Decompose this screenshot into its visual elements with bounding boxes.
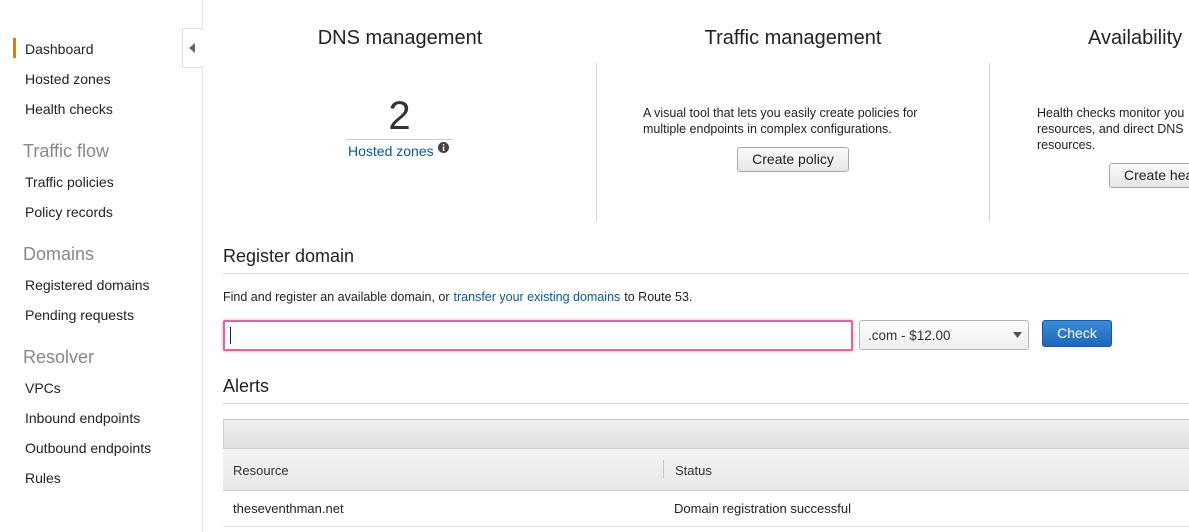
- availability-description-line: resources, and direct DNS: [1037, 122, 1184, 136]
- count-divider: [346, 139, 453, 140]
- tld-selected-value: .com - $12.00: [868, 328, 951, 343]
- section-divider: [223, 273, 1189, 274]
- alerts-title: Alerts: [223, 376, 270, 396]
- transfer-domains-link[interactable]: transfer your existing domains: [454, 290, 621, 304]
- column-header-resource[interactable]: Resource: [233, 463, 289, 478]
- sidebar-item-dashboard[interactable]: Dashboard: [13, 38, 94, 58]
- sidebar-item-pending-requests[interactable]: Pending requests: [25, 307, 134, 323]
- traffic-management-title: Traffic management: [704, 27, 882, 49]
- sidebar-item-health-checks[interactable]: Health checks: [25, 101, 113, 117]
- hosted-zones-count: 2: [388, 94, 411, 138]
- row-status: Domain registration successful: [674, 501, 852, 516]
- sidebar-item-vpcs[interactable]: VPCs: [25, 380, 61, 396]
- availability-title: Availability: [1088, 27, 1183, 49]
- domain-search-input[interactable]: [223, 320, 853, 351]
- column-header-status[interactable]: Status: [675, 463, 712, 478]
- register-text-after: to Route 53.: [624, 290, 693, 304]
- dns-management-title: DNS management: [317, 27, 483, 49]
- sidebar-heading-resolver: Resolver: [23, 347, 95, 367]
- sidebar-item-rules[interactable]: Rules: [25, 470, 61, 486]
- sidebar-item-registered-domains[interactable]: Registered domains: [25, 277, 150, 293]
- register-description: Find and register an available domain, o…: [223, 290, 692, 304]
- check-button[interactable]: Check: [1042, 320, 1112, 347]
- register-domain-title: Register domain: [223, 246, 355, 266]
- sidebar-nav: Dashboard Hosted zones Health checks Tra…: [0, 0, 203, 532]
- info-icon[interactable]: [438, 142, 449, 153]
- sidebar-item-inbound-endpoints[interactable]: Inbound endpoints: [25, 410, 140, 426]
- sidebar-item-policy-records[interactable]: Policy records: [25, 204, 113, 220]
- sidebar-collapse-button[interactable]: [182, 28, 203, 68]
- hosted-zones-link[interactable]: Hosted zones: [348, 143, 434, 159]
- chevron-down-icon: [1013, 332, 1022, 338]
- column-resize-handle[interactable]: [663, 460, 664, 478]
- text-cursor: [230, 327, 231, 344]
- sidebar-item-hosted-zones[interactable]: Hosted zones: [25, 71, 111, 87]
- availability-description-line: resources.: [1037, 138, 1096, 152]
- section-divider: [223, 403, 1189, 404]
- table-header: Resource Status: [223, 449, 1189, 491]
- availability-description-line: Health checks monitor you: [1037, 106, 1185, 120]
- chevron-left-icon: [189, 43, 195, 53]
- create-policy-button[interactable]: Create policy: [737, 147, 849, 172]
- sidebar-heading-traffic-flow: Traffic flow: [23, 141, 110, 161]
- sidebar-item-traffic-policies[interactable]: Traffic policies: [25, 174, 114, 190]
- panel-divider: [596, 63, 597, 222]
- tld-select[interactable]: .com - $12.00: [859, 320, 1029, 350]
- table-row[interactable]: theseventhman.net Domain registration su…: [223, 491, 1189, 527]
- traffic-description-line: A visual tool that lets you easily creat…: [643, 106, 918, 120]
- sidebar-item-outbound-endpoints[interactable]: Outbound endpoints: [25, 440, 151, 456]
- availability-description: Health checks monitor you resources, and…: [1037, 105, 1189, 153]
- sidebar-heading-domains: Domains: [23, 244, 95, 264]
- traffic-description: A visual tool that lets you easily creat…: [643, 105, 963, 137]
- traffic-description-line: multiple endpoints in complex configurat…: [643, 122, 892, 136]
- panel-divider: [989, 63, 990, 222]
- register-text-before: Find and register an available domain, o…: [223, 290, 450, 304]
- row-resource: theseventhman.net: [233, 501, 344, 516]
- table-toolbar: [223, 419, 1189, 449]
- create-health-check-button[interactable]: Create hea: [1109, 163, 1189, 188]
